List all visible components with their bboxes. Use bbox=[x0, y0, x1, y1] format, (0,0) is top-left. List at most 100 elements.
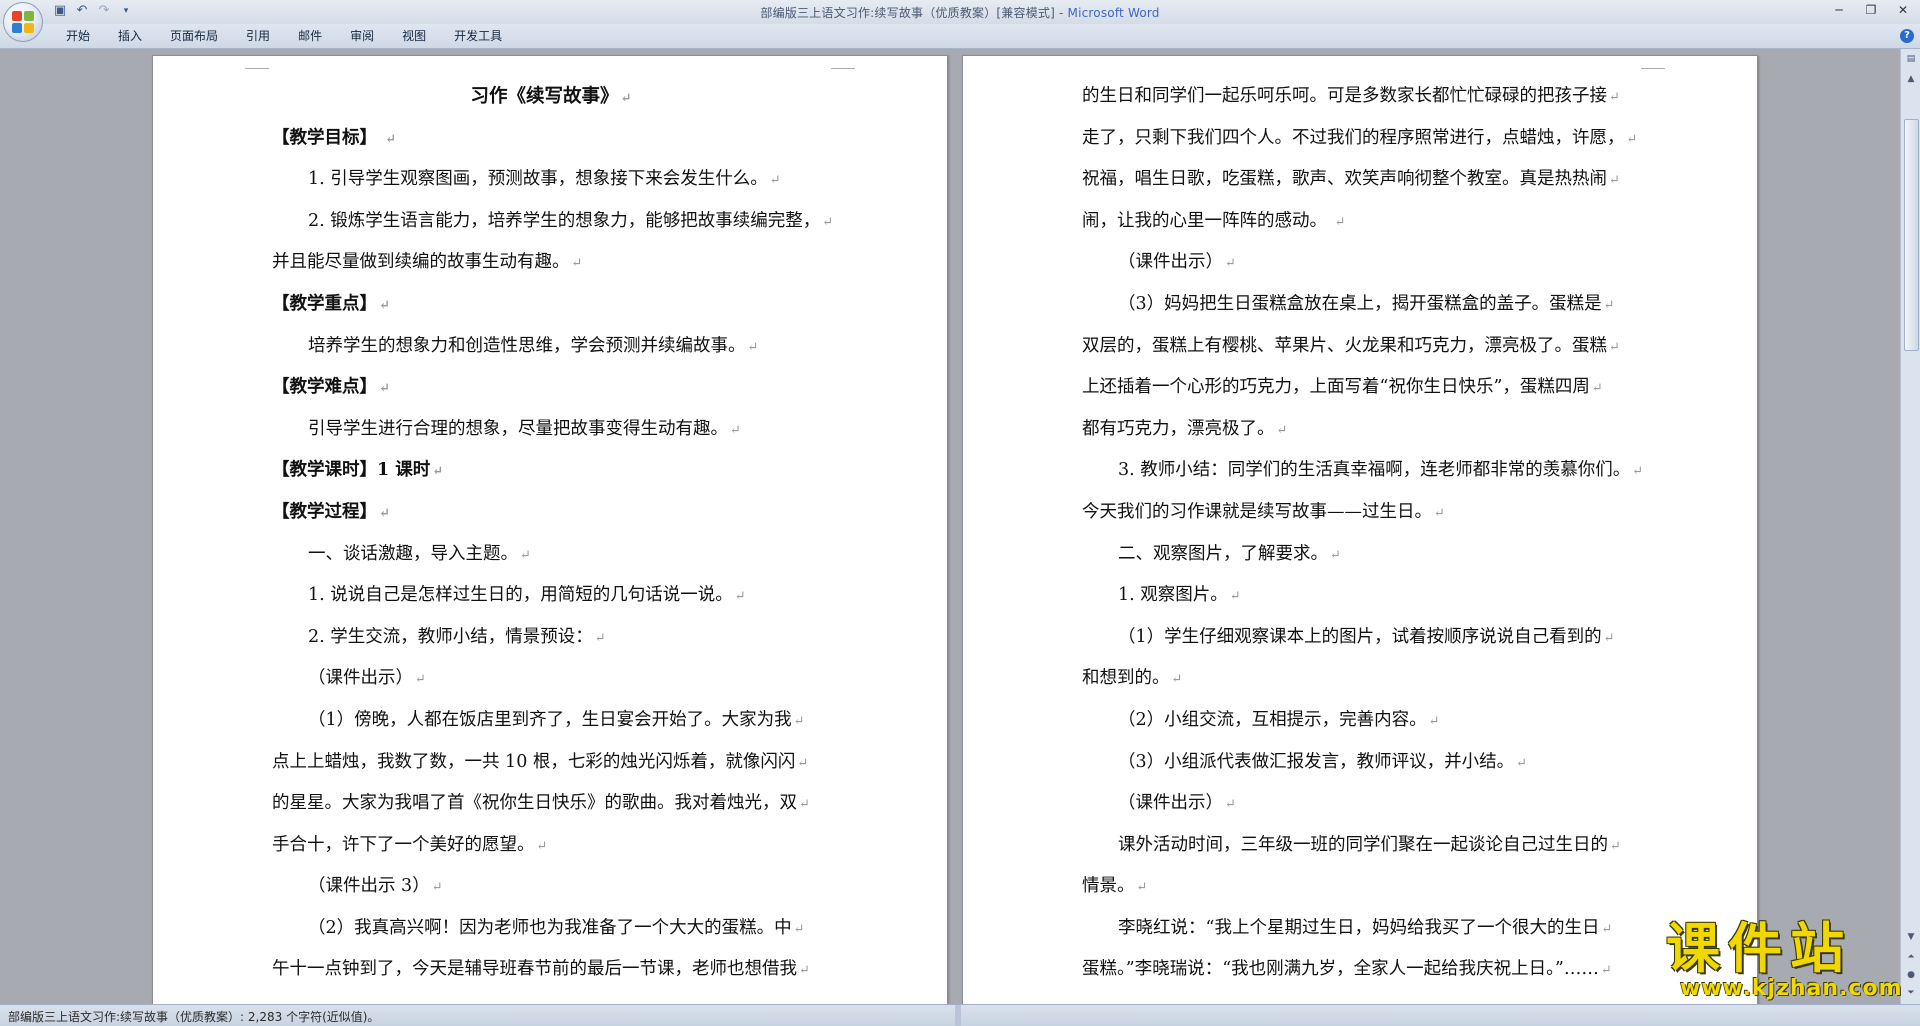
paragraph-mark-icon: ↵ bbox=[822, 214, 834, 230]
document-line: （1）学生仔细观察课本上的图片，试着按顺序说说自己看到的 ↵ bbox=[1082, 617, 1640, 659]
help-icon[interactable]: ? bbox=[1900, 29, 1914, 43]
line-text: 1. 说说自己是怎样过生日的，用简短的几句话说一说。 bbox=[308, 585, 733, 606]
paragraph-mark-icon: ↵ bbox=[1334, 214, 1346, 230]
line-text: （2）小组交流，互相提示，完善内容。 bbox=[1118, 709, 1427, 730]
paragraph-mark-icon: ↵ bbox=[1600, 963, 1612, 979]
ruler-toggle-icon[interactable]: ▤ bbox=[1903, 51, 1919, 67]
tab-references[interactable]: 引用 bbox=[232, 29, 284, 43]
window-title: 部编版三上语文习作:续写故事（优质教案）[兼容模式] - Microsoft W… bbox=[0, 4, 1920, 21]
document-line: （课件出示） ↵ bbox=[272, 658, 830, 700]
paragraph-mark-icon: ↵ bbox=[769, 173, 781, 189]
paragraph-mark-icon: ↵ bbox=[730, 422, 741, 438]
tab-home[interactable]: 开始 bbox=[52, 29, 104, 43]
paragraph-mark-icon: ↵ bbox=[415, 672, 426, 688]
line-text: 祝福，唱生日歌，吃蛋糕，歌声、欢笑声响彻整个教室。真是热热闹 bbox=[1082, 169, 1607, 190]
paragraph-mark-icon: ↵ bbox=[536, 838, 548, 854]
paragraph-mark-icon: ↵ bbox=[594, 630, 606, 646]
document-line: （3）妈妈把生日蛋糕盒放在桌上，揭开蛋糕盒的盖子。蛋糕是 ↵ bbox=[1082, 284, 1640, 326]
paragraph-mark-icon: ↵ bbox=[1610, 838, 1621, 854]
line-text: 上还插着一个心形的巧克力，上面写着“祝你生日快乐”，蛋糕四周 bbox=[1082, 377, 1590, 398]
line-text: 二、观察图片，了解要求。 bbox=[1118, 543, 1328, 564]
document-line: 【教学重点】 ↵ bbox=[272, 284, 830, 326]
paragraph-mark-icon: ↵ bbox=[520, 547, 531, 563]
paragraph-mark-icon: ↵ bbox=[1136, 880, 1148, 896]
office-button[interactable] bbox=[3, 2, 43, 42]
document-line: （课件出示 3） ↵ bbox=[272, 866, 830, 908]
document-line: 的生日和同学们一起乐呵乐呵。可是多数家长都忙忙碌碌的把孩子接 ↵ bbox=[1082, 76, 1640, 118]
tab-mailings[interactable]: 邮件 bbox=[284, 29, 336, 43]
paragraph-mark-icon: ↵ bbox=[620, 91, 632, 106]
document-line: 和想到的。 ↵ bbox=[1082, 658, 1640, 700]
office-logo-icon bbox=[12, 11, 34, 33]
line-text: 的星星。大家为我唱了首《祝你生日快乐》的歌曲。我对着烛光，双 bbox=[272, 793, 797, 814]
paragraph-mark-icon: ↵ bbox=[1632, 464, 1644, 480]
document-page-right[interactable]: 的生日和同学们一起乐呵乐呵。可是多数家长都忙忙碌碌的把孩子接 ↵ 走了，只剩下我们四… bbox=[962, 55, 1758, 1004]
document-line: 课外活动时间，三年级一班的同学们聚在一起谈论自己过生日的 ↵ bbox=[1082, 825, 1640, 867]
maximize-icon[interactable]: ❐ bbox=[1862, 2, 1880, 18]
document-line: 李晓红说：“我上个星期过生日，妈妈给我买了一个很大的生日 ↵ bbox=[1082, 908, 1640, 950]
line-text: 【教学目标】 bbox=[272, 127, 384, 148]
paragraph-mark-icon: ↵ bbox=[1330, 547, 1341, 563]
close-icon[interactable]: ✕ bbox=[1894, 2, 1912, 18]
tab-review[interactable]: 审阅 bbox=[336, 29, 388, 43]
paragraph-mark-icon: ↵ bbox=[1276, 422, 1288, 438]
document-page-left[interactable]: 习作《续写故事》 ↵ 【教学目标】 ↵ 1. 引导学生观察图画，预测故事，想象接下来会… bbox=[152, 55, 948, 1004]
site-watermark: 课件站 www.kjzhan.com bbox=[1666, 920, 1916, 1002]
line-text: 双层的，蛋糕上有樱桃、苹果片、火龙果和巧克力，漂亮极了。蛋糕 bbox=[1082, 335, 1607, 356]
watermark-logo-text: 课件站 bbox=[1666, 917, 1852, 980]
document-line: 上还插着一个心形的巧克力，上面写着“祝你生日快乐”，蛋糕四周 ↵ bbox=[1082, 367, 1640, 409]
line-text: 走了，只剩下我们四个人。不过我们的程序照常进行，点蜡烛，许愿， bbox=[1082, 127, 1625, 148]
document-line: 培养学生的想象力和创造性思维，学会预测并续编故事。 ↵ bbox=[272, 326, 830, 368]
line-text: 2. 学生交流，教师小结，情景预设： bbox=[308, 626, 593, 647]
scrollbar-thumb[interactable] bbox=[1904, 119, 1919, 351]
tab-insert[interactable]: 插入 bbox=[104, 29, 156, 43]
tab-developer[interactable]: 开发工具 bbox=[440, 29, 516, 43]
vertical-scrollbar[interactable]: ▤ ▲ ▼ ⏶ ● ⏷ bbox=[1900, 49, 1920, 1004]
document-line: （2）小组交流，互相提示，完善内容。 ↵ bbox=[1082, 700, 1640, 742]
line-text: 【教学难点】 bbox=[272, 377, 377, 398]
minimize-icon[interactable]: ─ bbox=[1830, 2, 1848, 18]
line-text: 李晓红说：“我上个星期过生日，妈妈给我买了一个很大的生日 bbox=[1118, 917, 1600, 938]
document-line: 1. 说说自己是怎样过生日的，用简短的几句话说一说。 ↵ bbox=[272, 575, 830, 617]
paragraph-mark-icon: ↵ bbox=[1516, 755, 1528, 771]
paragraph-mark-icon: ↵ bbox=[379, 297, 390, 313]
line-text: 引导学生进行合理的想象，尽量把故事变得生动有趣。 bbox=[308, 418, 728, 439]
app-name: Microsoft Word bbox=[1067, 6, 1160, 20]
line-text: 【教学重点】 bbox=[272, 293, 377, 314]
paragraph-mark-icon: ↵ bbox=[734, 589, 746, 605]
paragraph-mark-icon: ↵ bbox=[799, 963, 810, 979]
document-line: 手合十，许下了一个美好的愿望。 ↵ bbox=[272, 825, 830, 867]
watermark-url: www.kjzhan.com bbox=[1680, 976, 1903, 1001]
document-line: 2. 锻炼学生语言能力，培养学生的想象力，能够把故事续编完整， ↵ bbox=[272, 201, 834, 243]
line-text: （2）我真高兴啊！因为老师也为我准备了一个大大的蛋糕。中 bbox=[308, 917, 792, 938]
document-line: 双层的，蛋糕上有樱桃、苹果片、火龙果和巧克力，漂亮极了。蛋糕 ↵ bbox=[1082, 326, 1640, 368]
line-text: 情景。 bbox=[1082, 876, 1135, 897]
document-line: 3. 教师小结：同学们的生活真幸福啊，连老师都非常的羡慕你们。 ↵ bbox=[1082, 450, 1644, 492]
document-line: （课件出示） ↵ bbox=[1082, 783, 1640, 825]
tab-page-layout[interactable]: 页面布局 bbox=[156, 29, 232, 43]
document-area: 习作《续写故事》 ↵ 【教学目标】 ↵ 1. 引导学生观察图画，预测故事，想象接下来会… bbox=[0, 49, 1900, 1004]
document-line: 习作《续写故事》 ↵ bbox=[272, 76, 830, 118]
line-text: 闹，让我的心里一阵阵的感动。 bbox=[1082, 210, 1333, 231]
status-text: 部编版三上语文习作:续写故事（优质教案）: 2,283 个字符(近似值)。 bbox=[8, 1010, 380, 1024]
line-text: 课外活动时间，三年级一班的同学们聚在一起谈论自己过生日的 bbox=[1118, 834, 1608, 855]
status-bar: 部编版三上语文习作:续写故事（优质教案）: 2,283 个字符(近似值)。 bbox=[0, 1004, 1920, 1026]
line-text: 2. 锻炼学生语言能力，培养学生的想象力，能够把故事续编完整， bbox=[308, 210, 821, 231]
ribbon: 开始 插入 页面布局 引用 邮件 审阅 视图 开发工具 ? bbox=[0, 24, 1920, 49]
paragraph-mark-icon: ↵ bbox=[1609, 173, 1620, 189]
paragraph-mark-icon: ↵ bbox=[793, 921, 805, 937]
document-line: （2）我真高兴啊！因为老师也为我准备了一个大大的蛋糕。中 ↵ bbox=[272, 908, 830, 950]
document-line: （课件出示） ↵ bbox=[1082, 242, 1640, 284]
paragraph-mark-icon: ↵ bbox=[1225, 797, 1236, 813]
scroll-up-icon[interactable]: ▲ bbox=[1903, 71, 1919, 87]
paragraph-mark-icon: ↵ bbox=[385, 131, 396, 147]
document-line: 二、观察图片，了解要求。 ↵ bbox=[1082, 534, 1640, 576]
document-line: 今天我们的习作课就是续写故事——过生日。 ↵ bbox=[1082, 492, 1640, 534]
document-line: 闹，让我的心里一阵阵的感动。 ↵ bbox=[1082, 201, 1640, 243]
tab-view[interactable]: 视图 bbox=[388, 29, 440, 43]
line-text: （课件出示） bbox=[1118, 252, 1223, 273]
paragraph-mark-icon: ↵ bbox=[1626, 131, 1638, 147]
status-divider bbox=[955, 1005, 961, 1026]
paragraph-mark-icon: ↵ bbox=[1428, 713, 1440, 729]
line-text: 今天我们的习作课就是续写故事——过生日。 bbox=[1082, 501, 1432, 522]
